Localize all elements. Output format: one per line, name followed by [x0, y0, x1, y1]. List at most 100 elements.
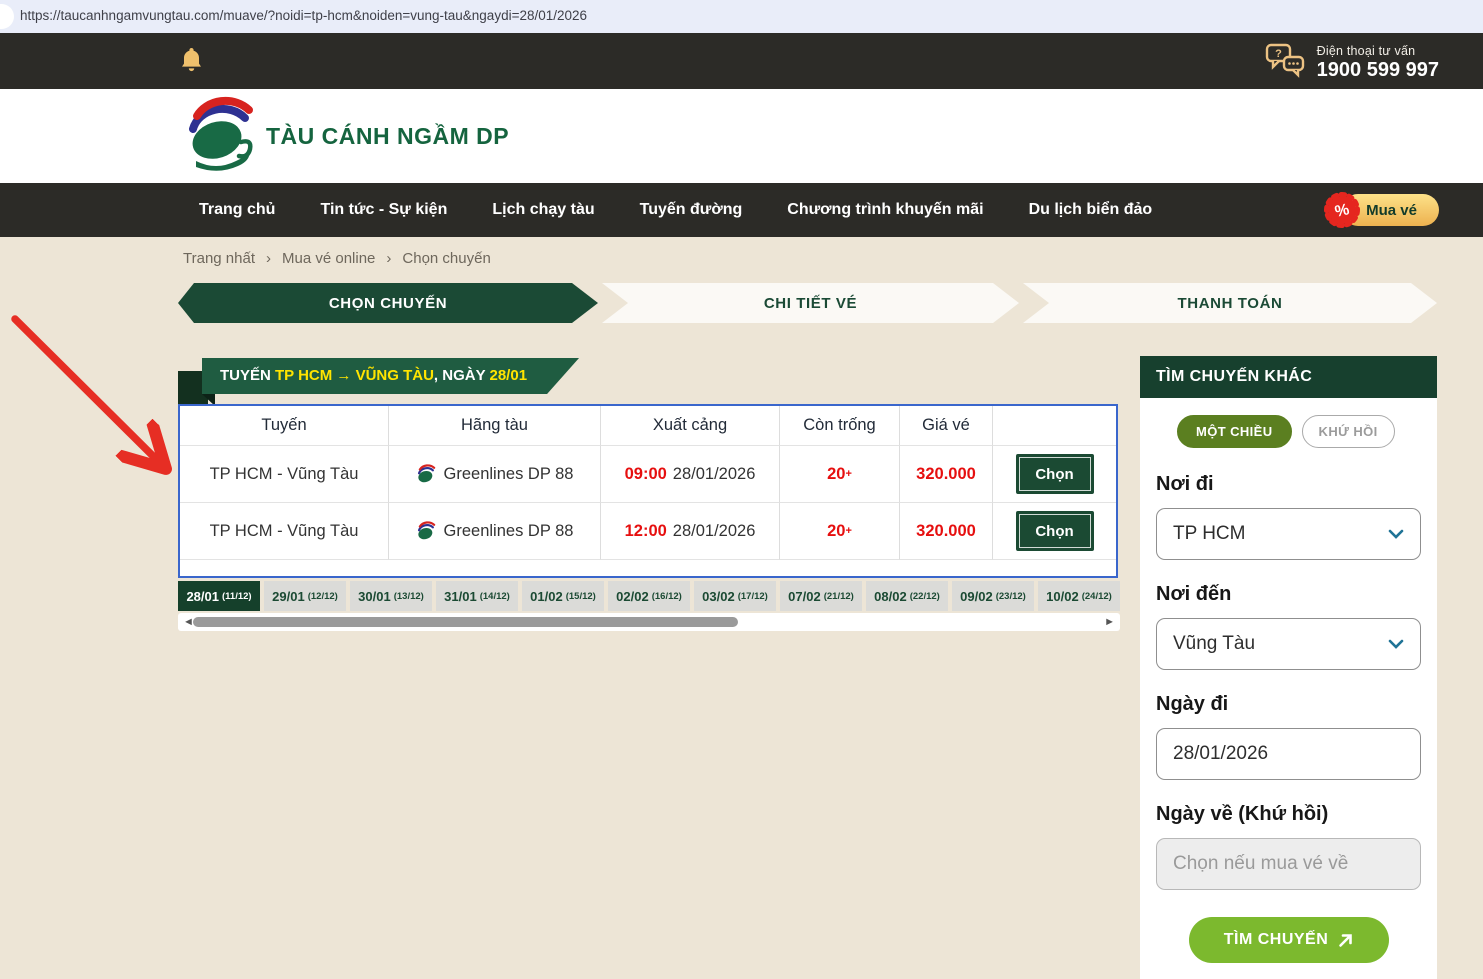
- scrollbar-thumb[interactable]: [193, 617, 738, 627]
- round-trip-pill[interactable]: KHỨ HỒI: [1302, 415, 1395, 448]
- operator-name: Greenlines DP 88: [444, 465, 574, 484]
- col-header-action: [993, 406, 1116, 446]
- departure-time: 09:00: [625, 465, 667, 484]
- trip-price: 320.000: [900, 503, 993, 560]
- step-chi-tiet-ve: CHI TIẾT VÉ: [602, 283, 1019, 323]
- nav-item-lich-chay-tau[interactable]: Lịch chạy tàu: [492, 201, 594, 219]
- date-tab[interactable]: 03/02(17/12): [694, 581, 776, 611]
- date-tab[interactable]: 07/02(21/12): [780, 581, 862, 611]
- site-logo[interactable]: TÀU CÁNH NGẦM DP: [184, 95, 509, 177]
- hotline-block: ? Điện thoại tư vấn 1900 599 997: [1264, 41, 1439, 84]
- return-date-input[interactable]: Chọn nếu mua vé về: [1156, 838, 1421, 890]
- step-thanh-toan: THANH TOÁN: [1023, 283, 1437, 323]
- label-ngay-ve: Ngày về (Khứ hồi): [1156, 803, 1421, 826]
- date-tab-strip: 28/01(11/12) 29/01(12/12) 30/01(13/12) 3…: [178, 581, 1120, 611]
- date-tab[interactable]: 10/02(24/12): [1038, 581, 1120, 611]
- buy-ticket-label: Mua vé: [1366, 202, 1417, 219]
- breadcrumb: Trang nhất › Mua vé online › Chọn chuyến: [183, 250, 491, 267]
- operator-name: Greenlines DP 88: [444, 522, 574, 541]
- origin-select[interactable]: TP HCM: [1156, 508, 1421, 560]
- date-tab[interactable]: 08/02(22/12): [866, 581, 948, 611]
- top-utility-bar: ? Điện thoại tư vấn 1900 599 997: [0, 33, 1483, 89]
- trip-departure: 09:00 28/01/2026: [601, 446, 780, 503]
- trip-seats: 20+: [780, 503, 900, 560]
- hotline-number: 1900 599 997: [1317, 59, 1439, 82]
- find-trip-label: TÌM CHUYẾN: [1224, 931, 1329, 949]
- destination-select[interactable]: Vũng Tàu: [1156, 618, 1421, 670]
- nav-item-khuyen-mai[interactable]: Chương trình khuyến mãi: [787, 201, 983, 219]
- date-tab[interactable]: 28/01(11/12): [178, 581, 260, 611]
- trip-departure: 12:00 28/01/2026: [601, 503, 780, 560]
- label-noi-den: Nơi đến: [1156, 583, 1421, 606]
- site-header: TÀU CÁNH NGẦM DP: [0, 89, 1483, 183]
- col-header-con-trong: Còn trống: [780, 406, 900, 446]
- breadcrumb-mua-ve[interactable]: Mua vé online: [282, 250, 375, 267]
- one-way-pill[interactable]: MỘT CHIỀU: [1177, 415, 1292, 448]
- return-date-placeholder: Chọn nếu mua vé về: [1173, 853, 1348, 875]
- step-chon-chuyen: CHỌN CHUYẾN: [178, 283, 598, 323]
- seats-plus: +: [845, 468, 851, 480]
- date-tab[interactable]: 01/02(15/12): [522, 581, 604, 611]
- label-noi-di: Nơi đi: [1156, 473, 1421, 496]
- chat-support-icon: ?: [1264, 41, 1306, 84]
- depart-date-value: 28/01/2026: [1173, 743, 1268, 765]
- breadcrumb-separator: ›: [386, 250, 391, 267]
- arrow-up-right-icon: [1338, 933, 1353, 948]
- breadcrumb-separator: ›: [266, 250, 271, 267]
- departure-time: 12:00: [625, 522, 667, 541]
- breadcrumb-current: Chọn chuyến: [402, 250, 490, 267]
- col-header-tuyen: Tuyến: [180, 406, 389, 446]
- operator-logo-icon: [416, 464, 438, 485]
- logo-icon: [184, 95, 260, 177]
- date-tab[interactable]: 30/01(13/12): [350, 581, 432, 611]
- scroll-right-icon[interactable]: ►: [1104, 614, 1115, 630]
- trip-operator: Greenlines DP 88: [389, 446, 601, 503]
- seats-count: 20: [827, 465, 845, 484]
- nav-item-du-lich[interactable]: Du lịch biển đảo: [1029, 201, 1153, 219]
- trip-route: TP HCM - Vũng Tàu: [180, 446, 389, 503]
- page: https://taucanhngamvungtau.com/muave/?no…: [0, 0, 1483, 979]
- nav-item-trang-chu[interactable]: Trang chủ: [199, 201, 275, 219]
- checkout-steps: CHỌN CHUYẾN CHI TIẾT VÉ THANH TOÁN: [178, 283, 1437, 323]
- svg-text:?: ?: [1275, 48, 1282, 60]
- choose-trip-button[interactable]: Chọn: [1016, 511, 1094, 551]
- chevron-down-icon: [1388, 639, 1404, 649]
- nav-item-tin-tuc[interactable]: Tin tức - Sự kiện: [320, 201, 447, 219]
- trip-operator: Greenlines DP 88: [389, 503, 601, 560]
- hotline-label: Điện thoại tư vấn: [1317, 44, 1439, 58]
- departure-date: 28/01/2026: [673, 465, 756, 484]
- seats-plus: +: [845, 525, 851, 537]
- sidebar-title: TÌM CHUYẾN KHÁC: [1140, 356, 1437, 398]
- url-text: https://taucanhngamvungtau.com/muave/?no…: [20, 0, 587, 32]
- browser-address-bar[interactable]: https://taucanhngamvungtau.com/muave/?no…: [0, 0, 1483, 33]
- seats-count: 20: [827, 522, 845, 541]
- chevron-down-icon: [1388, 529, 1404, 539]
- trip-seats: 20+: [780, 446, 900, 503]
- main-nav: Trang chủ Tin tức - Sự kiện Lịch chạy tà…: [0, 183, 1483, 237]
- trip-type-toggle: MỘT CHIỀU KHỨ HỒI: [1177, 415, 1421, 448]
- discount-seal-icon: %: [1322, 190, 1362, 234]
- col-header-xuat-cang: Xuất cảng: [601, 406, 780, 446]
- date-tab[interactable]: 31/01(14/12): [436, 581, 518, 611]
- label-ngay-di: Ngày đi: [1156, 693, 1421, 716]
- find-trip-button[interactable]: TÌM CHUYẾN: [1189, 917, 1389, 963]
- departure-date: 28/01/2026: [673, 522, 756, 541]
- brand-name: TÀU CÁNH NGẦM DP: [266, 123, 509, 150]
- col-header-gia-ve: Giá vé: [900, 406, 993, 446]
- buy-ticket-button[interactable]: % Mua vé: [1342, 194, 1439, 226]
- date-tab[interactable]: 09/02(23/12): [952, 581, 1034, 611]
- table-filler: [180, 560, 1116, 576]
- depart-date-input[interactable]: 28/01/2026: [1156, 728, 1421, 780]
- notification-bell-icon[interactable]: [181, 47, 202, 79]
- ribbon-date: 28/01: [490, 367, 528, 384]
- search-trip-panel: MỘT CHIỀU KHỨ HỒI Nơi đi TP HCM Nơi đến …: [1140, 398, 1437, 979]
- destination-value: Vũng Tàu: [1173, 633, 1255, 655]
- date-strip-scrollbar[interactable]: ◄ ►: [178, 613, 1120, 631]
- date-tab[interactable]: 29/01(12/12): [264, 581, 346, 611]
- breadcrumb-home[interactable]: Trang nhất: [183, 250, 255, 267]
- ribbon-text: TUYẾN TP HCM → VŨNG TÀU, NGÀY 28/01: [202, 358, 579, 394]
- ribbon-prefix: TUYẾN: [220, 367, 275, 384]
- choose-trip-button[interactable]: Chọn: [1016, 454, 1094, 494]
- nav-item-tuyen-duong[interactable]: Tuyến đường: [640, 201, 743, 219]
- date-tab[interactable]: 02/02(16/12): [608, 581, 690, 611]
